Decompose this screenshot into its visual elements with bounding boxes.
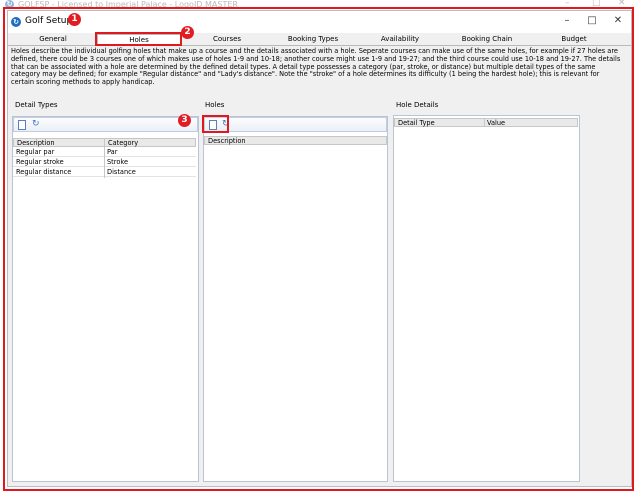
annotation-frame-window: [3, 7, 634, 491]
